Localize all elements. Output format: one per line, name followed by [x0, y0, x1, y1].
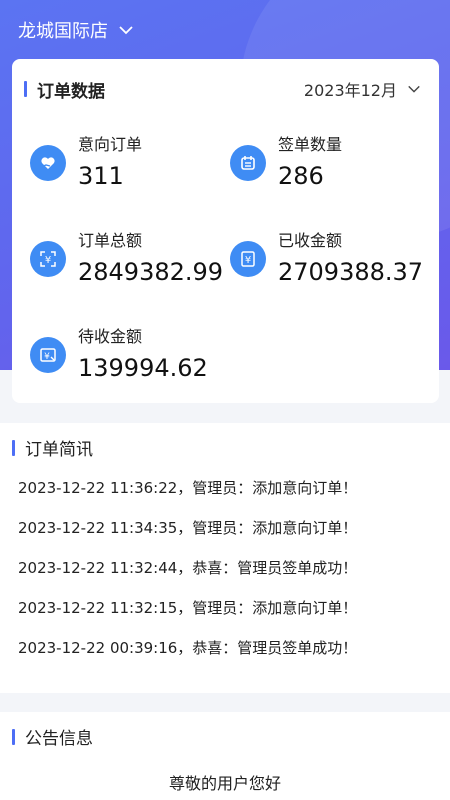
yen-card-icon: ¥ [30, 337, 66, 373]
store-selector[interactable]: 龙城国际店 [18, 14, 134, 46]
stat-label: 签单数量 [278, 135, 343, 154]
order-news-panel: 订单简讯 2023-12-22 11:36:22，管理员：添加意向订单！ 202… [0, 423, 450, 693]
chevron-down-icon [408, 85, 420, 93]
svg-text:¥: ¥ [45, 255, 51, 266]
news-list: 2023-12-22 11:36:22，管理员：添加意向订单！ 2023-12-… [18, 475, 357, 675]
stat-value: 311 [78, 162, 124, 190]
section-marker [12, 728, 15, 745]
notice-panel: 公告信息 尊敬的用户您好 [0, 712, 450, 800]
heart-hand-icon [30, 145, 66, 181]
order-news-title: 订单简讯 [12, 435, 93, 460]
stat-value: 286 [278, 162, 324, 190]
news-item[interactable]: 2023-12-22 00:39:16，恭喜：管理员签单成功！ [18, 635, 357, 675]
svg-text:¥: ¥ [44, 352, 50, 362]
yen-doc-icon: ¥ [230, 241, 266, 277]
stat-label: 意向订单 [78, 135, 143, 154]
news-item[interactable]: 2023-12-22 11:34:35，管理员：添加意向订单！ [18, 515, 357, 555]
news-item[interactable]: 2023-12-22 11:32:44，恭喜：管理员签单成功！ [18, 555, 357, 595]
stat-value: 139994.62 [78, 354, 208, 382]
svg-text:¥: ¥ [245, 255, 251, 266]
section-marker [24, 81, 27, 97]
notice-title: 公告信息 [12, 724, 93, 749]
order-data-card: 订单数据 2023年12月 意向订单 311 签单数量 286 ¥ 订单总额 2… [12, 59, 439, 403]
stat-order-total[interactable]: ¥ 订单总额 2849382.99 [30, 231, 223, 289]
stat-label: 已收金额 [278, 231, 343, 250]
month-label: 2023年12月 [303, 81, 397, 100]
stat-label: 订单总额 [78, 231, 143, 250]
stat-pending-amount[interactable]: ¥ 待收金额 139994.62 [30, 327, 208, 385]
news-item[interactable]: 2023-12-22 11:32:15，管理员：添加意向订单！ [18, 595, 357, 635]
yen-scan-icon: ¥ [30, 241, 66, 277]
section-marker [12, 439, 15, 456]
order-data-title: 订单数据 [24, 77, 105, 102]
stat-signed-count[interactable]: 签单数量 286 [230, 135, 342, 193]
stat-intent-orders[interactable]: 意向订单 311 [30, 135, 142, 193]
stat-label: 待收金额 [78, 327, 143, 346]
store-name: 龙城国际店 [18, 21, 108, 42]
chevron-down-icon [119, 26, 133, 35]
news-item[interactable]: 2023-12-22 11:36:22，管理员：添加意向订单！ [18, 475, 357, 515]
stat-value: 2849382.99 [78, 258, 224, 286]
notice-greeting[interactable]: 尊敬的用户您好 [0, 770, 450, 794]
stat-received-amount[interactable]: ¥ 已收金额 2709388.37 [230, 231, 423, 289]
stat-value: 2709388.37 [278, 258, 424, 286]
month-selector[interactable]: 2023年12月 [304, 77, 421, 101]
calendar-icon [230, 145, 266, 181]
